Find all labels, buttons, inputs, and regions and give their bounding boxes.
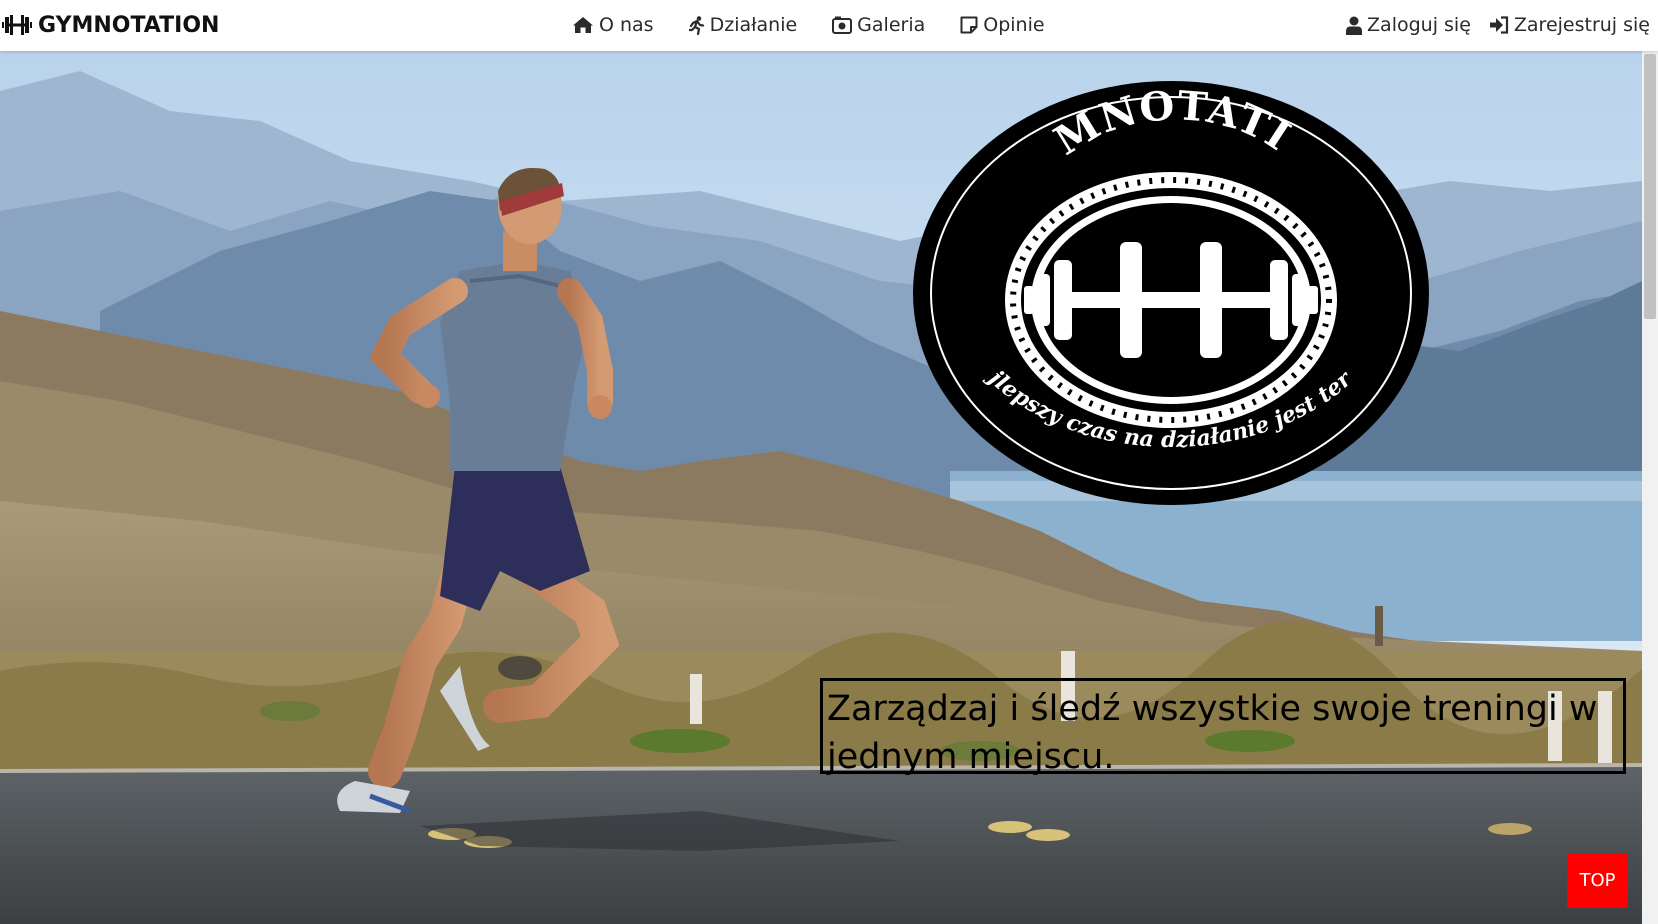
brand-name: GYMNOTATION	[38, 12, 220, 38]
nav-link-label: Opinie	[983, 14, 1045, 36]
register-link[interactable]: Zarejestruj się	[1489, 14, 1650, 36]
auth-nav: Zaloguj się Zarejestruj się	[1346, 9, 1650, 41]
page-scrollbar[interactable]	[1642, 51, 1658, 924]
brand-link[interactable]: GYMNOTATION	[2, 9, 219, 41]
nav-link-opinie[interactable]: Opinie	[960, 14, 1045, 36]
nav-link-label: Działanie	[709, 14, 798, 36]
nav-link-dzialanie[interactable]: Działanie	[688, 14, 798, 36]
scrollbar-thumb[interactable]	[1644, 54, 1656, 319]
main-nav: O nas Działanie Galeria Opinie	[572, 9, 1080, 41]
running-icon	[688, 15, 705, 35]
dumbbell-icon	[2, 14, 32, 36]
scroll-to-top-button[interactable]: TOP	[1567, 853, 1628, 908]
user-icon	[1346, 16, 1363, 35]
home-icon	[572, 16, 594, 34]
camera-icon	[832, 16, 853, 34]
hero-tagline: Zarządzaj i śledź wszystkie swoje trenin…	[820, 678, 1626, 777]
hero-section: GYMNOTATION Najlepszy czas na działanie …	[0, 51, 1642, 924]
navbar: GYMNOTATION O nas Działanie Galeria Opin…	[0, 0, 1658, 51]
login-link[interactable]: Zaloguj się	[1346, 14, 1471, 36]
nav-link-label: Galeria	[857, 14, 926, 36]
sign-in-icon	[1489, 16, 1509, 34]
register-label: Zarejestruj się	[1513, 14, 1650, 36]
gymnotation-logo-badge: GYMNOTATION Najlepszy czas na działanie …	[906, 78, 1429, 505]
note-icon	[960, 16, 978, 34]
nav-link-o-nas[interactable]: O nas	[572, 14, 654, 36]
nav-link-galeria[interactable]: Galeria	[832, 14, 925, 36]
nav-link-label: O nas	[599, 14, 654, 36]
login-label: Zaloguj się	[1367, 14, 1471, 36]
